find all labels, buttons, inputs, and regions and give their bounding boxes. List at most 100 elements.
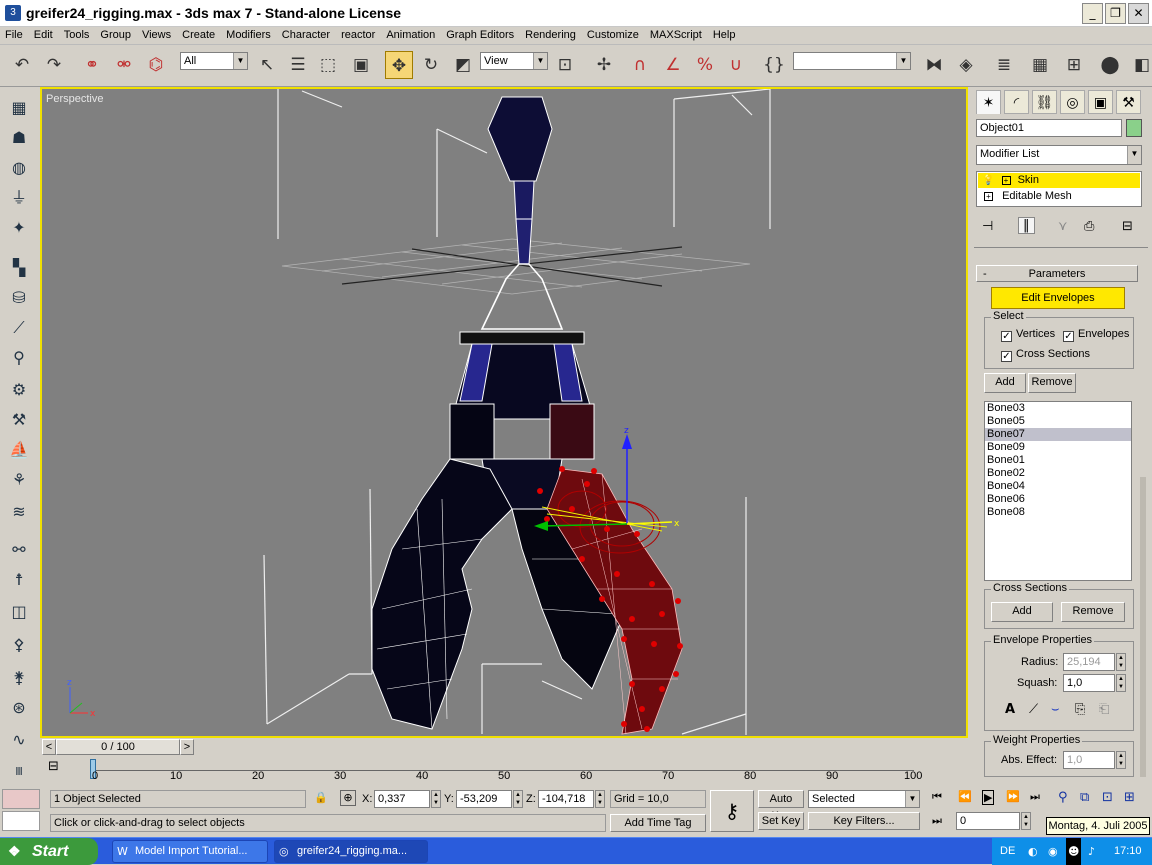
maxscript-input-mini[interactable] <box>2 811 40 831</box>
window-crossing-icon[interactable]: ▣ <box>347 51 375 79</box>
perspective-viewport[interactable]: Perspective z x z x <box>40 87 968 738</box>
use-pivot-center-icon[interactable]: ⊡ <box>551 51 579 79</box>
security-icon[interactable]: ◉ <box>1048 838 1058 865</box>
motion-tab-icon[interactable]: ◎ <box>1060 90 1085 114</box>
schematic-view-icon[interactable]: ⊞ <box>1060 51 1088 79</box>
cross-sections-checkbox[interactable]: ✓ Cross Sections <box>1001 348 1090 362</box>
current-frame-field[interactable]: 0 <box>956 812 1020 830</box>
list-item[interactable]: Bone09 <box>985 441 1131 454</box>
dashpot-icon[interactable]: ⟋ <box>6 315 32 341</box>
menu-character[interactable]: Character <box>277 27 336 41</box>
falloff-curve-icon[interactable]: ⌣ <box>1051 702 1060 717</box>
toy-car-icon[interactable]: ⚒ <box>6 407 32 433</box>
create-animation-icon[interactable]: ∿ <box>6 727 32 753</box>
fracture-icon[interactable]: ⛵ <box>6 437 32 463</box>
menu-help[interactable]: Help <box>708 27 742 41</box>
layer-manager-icon[interactable]: ≣ <box>990 51 1018 79</box>
menu-reactor[interactable]: reactor <box>336 27 381 41</box>
envelopes-checkbox[interactable]: ✓ Envelopes <box>1063 328 1129 342</box>
curve-editor-icon[interactable]: ▦ <box>1026 51 1054 79</box>
select-and-move-icon[interactable]: ✥ <box>385 51 413 79</box>
undo-icon[interactable]: ↶ <box>8 51 36 79</box>
bone-list[interactable]: Bone03 Bone05 Bone07 Bone09 Bone01 Bone0… <box>984 401 1132 581</box>
squash-spinner-icon[interactable]: ▲ ▼ <box>1116 674 1126 692</box>
motor-icon[interactable]: ⚲ <box>6 345 32 371</box>
menu-graph-editors[interactable]: Graph Editors <box>441 27 520 41</box>
parameters-rollout-header[interactable]: - Parameters <box>976 265 1138 282</box>
modifier-list-dropdown[interactable]: Modifier List ▼ <box>976 145 1142 165</box>
water-icon[interactable]: ⚘ <box>6 467 32 493</box>
plane-icon[interactable]: ▚ <box>6 255 32 281</box>
volume-icon[interactable]: ♪ <box>1088 838 1095 865</box>
list-item[interactable]: Bone08 <box>985 506 1131 519</box>
y-spinner-icon[interactable]: ▲ ▼ <box>513 790 523 808</box>
properties-icon[interactable]: Ⅲ <box>6 759 32 785</box>
track-bar[interactable]: ⊟ 0 10 20 30 40 50 60 70 80 90 100 <box>40 757 968 787</box>
menu-create[interactable]: Create <box>177 27 221 41</box>
x-spinner-icon[interactable]: ▲ ▼ <box>431 790 441 808</box>
percent-snap-icon[interactable]: % <box>691 51 719 79</box>
abs-effect-spinner-icon[interactable]: ▲ ▼ <box>1116 751 1126 769</box>
add-time-tag-button[interactable]: Add Time Tag <box>610 814 706 832</box>
list-item[interactable]: Bone06 <box>985 493 1131 506</box>
zoom-extents-icon[interactable]: ⊡ <box>1102 790 1113 805</box>
reference-coord-dropdown[interactable]: View ▼ <box>480 52 548 70</box>
align-icon[interactable]: ◈ <box>952 51 980 79</box>
material-editor-icon[interactable]: ⬤ <box>1096 51 1124 79</box>
close-icon[interactable]: ✕ <box>1128 3 1149 24</box>
zoom-all-icon[interactable]: ⧉ <box>1080 790 1089 805</box>
absolute-mode-icon[interactable]: ⊕ <box>340 790 356 806</box>
app-tray-icon[interactable]: ☻ <box>1066 838 1082 865</box>
radius-field[interactable]: 25,194 <box>1063 653 1115 671</box>
hinge-icon[interactable]: ☨ <box>6 567 32 593</box>
menu-file[interactable]: File <box>0 27 29 41</box>
key-mode-toggle-icon[interactable]: ⏭ <box>932 814 942 828</box>
absolute-relative-icon[interactable]: A <box>1005 702 1015 717</box>
z-coordinate-field[interactable]: -104,718 <box>538 790 594 808</box>
menu-edit[interactable]: Edit <box>29 27 59 41</box>
list-item[interactable]: Bone07 <box>985 428 1131 441</box>
select-object-icon[interactable]: ↖ <box>253 51 281 79</box>
object-color-swatch[interactable] <box>1126 119 1142 137</box>
key-filters-button[interactable]: Key Filters... <box>808 812 920 830</box>
unlink-selection-icon[interactable]: ⚮ <box>110 51 138 79</box>
frame-spinner-icon[interactable]: ▲ ▼ <box>1021 812 1031 830</box>
go-to-end-icon[interactable]: ⏭ <box>1030 790 1040 804</box>
constraint-solver-icon[interactable]: ≋ <box>6 499 32 525</box>
prismatic-icon[interactable]: ⚴ <box>6 632 32 658</box>
time-slider[interactable]: 0 / 100 <box>56 739 180 755</box>
auto-key-button[interactable]: Auto Key <box>758 790 804 822</box>
list-item[interactable]: Bone03 <box>985 402 1131 415</box>
maxscript-listener-mini[interactable] <box>2 789 40 809</box>
add-bone-button[interactable]: Add <box>984 373 1026 393</box>
stack-item-editable-mesh[interactable]: + Editable Mesh <box>978 189 1140 204</box>
play-icon[interactable]: ▶ <box>982 790 995 805</box>
track-bar-menu-icon[interactable]: ⊟ <box>48 759 59 774</box>
zoom-extents-all-icon[interactable]: ⊞ <box>1124 790 1135 805</box>
list-item[interactable]: Bone01 <box>985 454 1131 467</box>
show-end-result-icon[interactable]: ‖ <box>1018 217 1035 234</box>
deforming-mesh-icon[interactable]: ✦ <box>6 215 32 241</box>
radius-spinner-icon[interactable]: ▲ ▼ <box>1116 653 1126 671</box>
create-tab-icon[interactable]: ✶ <box>976 90 1001 114</box>
expand-plus-icon[interactable]: + <box>984 192 993 201</box>
abs-effect-field[interactable]: 1,0 <box>1063 751 1115 769</box>
redo-icon[interactable]: ↷ <box>40 51 68 79</box>
snaps-toggle-icon[interactable]: ∩ <box>626 51 654 79</box>
lightbulb-icon[interactable]: 💡 <box>982 175 994 186</box>
vertices-checkbox[interactable]: ✓ Vertices <box>1001 328 1055 342</box>
copy-envelope-icon[interactable]: ⎘ <box>1075 702 1085 717</box>
menu-views[interactable]: Views <box>137 27 177 41</box>
y-coordinate-field[interactable]: -53,209 <box>456 790 512 808</box>
select-and-rotate-icon[interactable]: ↻ <box>417 51 445 79</box>
language-indicator[interactable]: DE <box>1000 838 1015 865</box>
mirror-icon[interactable]: ⧓ <box>920 51 948 79</box>
display-tab-icon[interactable]: ▣ <box>1088 90 1113 114</box>
soft-body-collection-icon[interactable]: ◍ <box>6 155 32 181</box>
task-3dsmax[interactable]: ◎ greifer24_rigging.ma... <box>274 840 428 863</box>
rigid-body-collection-icon[interactable]: ▦ <box>6 95 32 121</box>
go-to-start-icon[interactable]: ⏮ <box>932 790 942 804</box>
select-and-link-icon[interactable]: ⚭ <box>78 51 106 79</box>
paste-envelope-icon[interactable]: ⎗ <box>1099 702 1109 717</box>
minimize-icon[interactable]: _ <box>1082 3 1103 24</box>
